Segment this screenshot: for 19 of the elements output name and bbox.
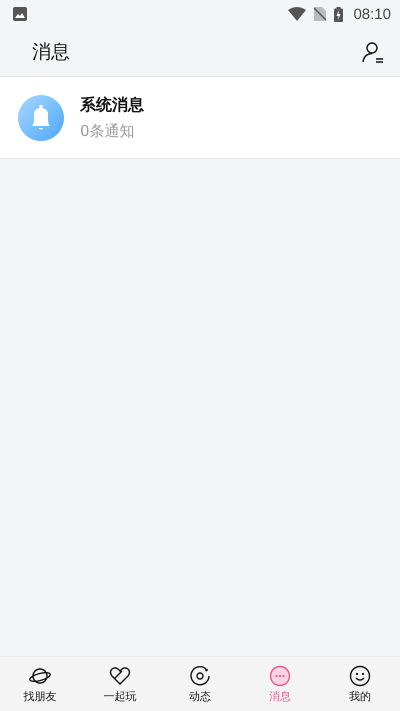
page-title: 消息 bbox=[32, 40, 70, 65]
bell-icon bbox=[18, 94, 64, 140]
message-title: 系统消息 bbox=[80, 94, 144, 116]
smile-icon bbox=[349, 664, 371, 686]
wifi-icon bbox=[288, 7, 306, 21]
message-count: 0条通知 bbox=[80, 122, 136, 140]
nav-tab[interactable]: 找朋友 bbox=[0, 657, 80, 711]
heart-icon bbox=[109, 664, 131, 686]
message-item[interactable]: 系统消息 0条通知 bbox=[0, 77, 400, 159]
image-icon bbox=[13, 7, 27, 21]
nav-tab[interactable]: 动态 bbox=[160, 657, 240, 711]
nav-tab[interactable]: 一起玩 bbox=[80, 657, 160, 711]
battery-icon bbox=[334, 6, 344, 22]
disc-icon bbox=[189, 664, 211, 686]
status-time: 08:10 bbox=[353, 6, 391, 22]
no-sim-icon bbox=[314, 7, 326, 21]
chat-icon bbox=[269, 664, 291, 686]
nav-tab[interactable]: 我的 bbox=[320, 657, 400, 711]
contacts-icon[interactable] bbox=[362, 41, 384, 63]
